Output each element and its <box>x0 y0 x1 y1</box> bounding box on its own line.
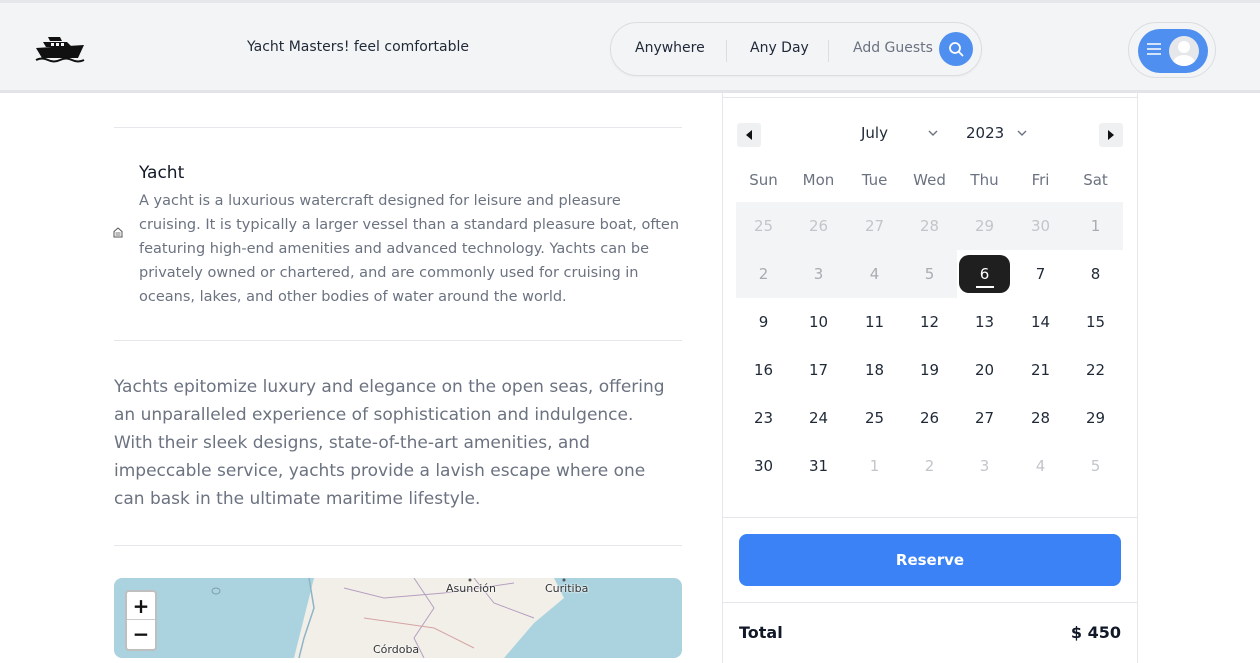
section-divider <box>114 127 682 128</box>
calendar-day[interactable]: 2 <box>736 250 791 298</box>
hamburger-menu-icon <box>1147 43 1161 55</box>
card-divider <box>723 602 1137 603</box>
weekday-label: Wed <box>913 171 946 189</box>
top-navbar: Yacht Masters! feel comfortable Anywhere… <box>0 0 1260 93</box>
calendar-day[interactable]: 26 <box>902 394 957 442</box>
total-price: $ 450 <box>1070 623 1121 642</box>
reserve-button[interactable]: Reserve <box>739 534 1121 586</box>
calendar-day[interactable]: 3 <box>791 250 846 298</box>
calendar-day[interactable]: 19 <box>902 346 957 394</box>
date-filter[interactable]: Any Day <box>750 40 809 56</box>
card-divider <box>723 517 1137 518</box>
calendar-day[interactable]: 17 <box>791 346 846 394</box>
site-tagline: Yacht Masters! feel comfortable <box>247 39 469 55</box>
section-divider <box>114 340 682 341</box>
search-button[interactable] <box>939 32 973 66</box>
weekday-label: Thu <box>970 171 999 189</box>
calendar-day[interactable]: 28 <box>902 202 957 250</box>
calendar-day[interactable]: 24 <box>791 394 846 442</box>
calendar-day[interactable]: 30 <box>1013 202 1068 250</box>
calendar-day[interactable]: 18 <box>847 346 902 394</box>
search-bar[interactable]: Anywhere Any Day Add Guests <box>610 22 982 76</box>
chevron-down-icon <box>928 130 938 136</box>
yacht-logo-icon[interactable] <box>34 31 86 65</box>
calendar-day[interactable]: 10 <box>791 298 846 346</box>
calendar-day[interactable]: 29 <box>1068 394 1123 442</box>
year-select[interactable]: 2023 <box>966 124 1004 142</box>
avatar[interactable] <box>1169 36 1199 66</box>
weekday-label: Sat <box>1083 171 1108 189</box>
user-menu[interactable] <box>1128 22 1216 78</box>
weekday-label: Sun <box>749 171 778 189</box>
calendar-day[interactable]: 13 <box>957 298 1012 346</box>
calendar-day[interactable]: 2 <box>902 442 957 490</box>
total-label: Total <box>739 623 783 642</box>
chevron-down-icon <box>1017 130 1027 136</box>
feature-title: Yacht <box>139 163 185 183</box>
search-icon <box>949 42 964 57</box>
calendar-day[interactable]: 5 <box>902 250 957 298</box>
divider <box>828 40 829 62</box>
calendar-day[interactable]: 4 <box>847 250 902 298</box>
calendar-day[interactable]: 26 <box>791 202 846 250</box>
calendar-day[interactable]: 3 <box>957 442 1012 490</box>
zoom-in-button[interactable]: + <box>127 592 155 620</box>
map-label-cordoba: Córdoba <box>373 643 420 656</box>
calendar-day[interactable]: 14 <box>1013 298 1068 346</box>
weekday-label: Tue <box>861 171 888 189</box>
map-label-asuncion: Asunción <box>446 582 497 595</box>
section-divider <box>114 545 682 546</box>
month-select[interactable]: July <box>861 124 888 142</box>
weekday-label: Fri <box>1031 171 1050 189</box>
prev-month-button[interactable] <box>737 123 761 147</box>
calendar-day[interactable]: 27 <box>847 202 902 250</box>
calendar-day[interactable]: 12 <box>902 298 957 346</box>
user-menu-button[interactable] <box>1138 29 1208 73</box>
calendar-day[interactable]: 23 <box>736 394 791 442</box>
weekday-label: Mon <box>802 171 835 189</box>
calendar-day[interactable]: 16 <box>736 346 791 394</box>
triangle-right-icon <box>1108 130 1114 140</box>
triangle-left-icon <box>746 130 752 140</box>
calendar-day[interactable]: 25 <box>736 202 791 250</box>
next-month-button[interactable] <box>1099 123 1123 147</box>
guests-filter[interactable]: Add Guests <box>853 40 933 56</box>
map-label-curitiba: Curitiba <box>545 582 589 595</box>
home-icon <box>113 227 123 238</box>
feature-description: A yacht is a luxurious watercraft design… <box>139 193 680 305</box>
calendar-day-selected[interactable]: 6 <box>957 250 1012 298</box>
calendar-day[interactable]: 21 <box>1013 346 1068 394</box>
map-zoom-control: + − <box>125 590 157 651</box>
calendar-day[interactable]: 22 <box>1068 346 1123 394</box>
calendar-day[interactable]: 1 <box>847 442 902 490</box>
user-avatar-icon <box>1173 41 1195 66</box>
calendar-day[interactable]: 7 <box>1013 250 1068 298</box>
calendar-day[interactable]: 31 <box>791 442 846 490</box>
calendar-day[interactable]: 30 <box>736 442 791 490</box>
calendar-day[interactable]: 20 <box>957 346 1012 394</box>
calendar-day[interactable]: 9 <box>736 298 791 346</box>
calendar-day[interactable]: 1 <box>1068 202 1123 250</box>
zoom-out-button[interactable]: − <box>127 620 155 648</box>
divider <box>726 40 727 62</box>
calendar-day[interactable]: 8 <box>1068 250 1123 298</box>
calendar-day[interactable]: 15 <box>1068 298 1123 346</box>
listing-description: Yachts epitomize luxury and elegance on … <box>114 377 665 509</box>
booking-card: July 2023 Sun Mon Tue Wed Thu Fri Sat 25 26 27 28… <box>722 93 1138 663</box>
calendar-day[interactable]: 5 <box>1068 442 1123 490</box>
calendar-day[interactable]: 11 <box>847 298 902 346</box>
calendar-day[interactable]: 25 <box>847 394 902 442</box>
card-divider <box>723 97 1137 98</box>
calendar-day[interactable]: 4 <box>1013 442 1068 490</box>
location-map[interactable]: Asunción Curitiba Córdoba + − <box>114 578 682 658</box>
calendar-day[interactable]: 28 <box>1013 394 1068 442</box>
location-filter[interactable]: Anywhere <box>635 40 705 56</box>
calendar-day[interactable]: 29 <box>957 202 1012 250</box>
calendar-day[interactable]: 27 <box>957 394 1012 442</box>
today-underline <box>976 286 994 288</box>
